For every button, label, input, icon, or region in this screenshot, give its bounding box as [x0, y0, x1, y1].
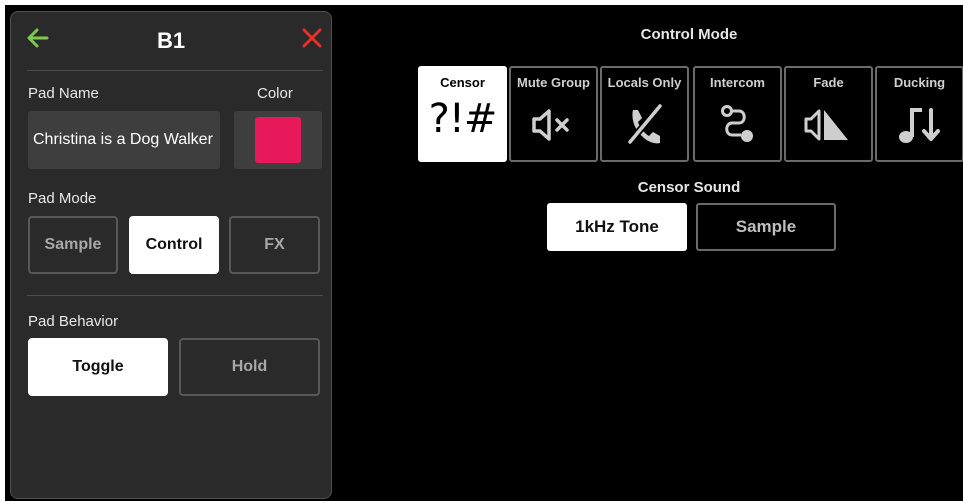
fade-icon — [804, 109, 848, 141]
pad-title: B1 — [156, 28, 186, 53]
pad-behavior-hold-button[interactable]: Hold — [179, 338, 320, 396]
control-mode-fade-button[interactable]: Fade — [784, 66, 873, 162]
control-mode-mute-group-button[interactable]: Mute Group — [509, 66, 598, 162]
pad-behavior-label: Pad Behavior — [28, 313, 119, 330]
mode-label: Intercom — [710, 75, 765, 90]
pad-settings-panel: B1 Pad Name Color Christina is a Dog Wal… — [10, 11, 332, 499]
color-picker-button[interactable] — [234, 111, 322, 169]
control-mode-ducking-button[interactable]: Ducking — [875, 66, 963, 162]
pad-name-label: Pad Name — [28, 85, 99, 102]
control-mode-title: Control Mode — [640, 26, 738, 43]
pad-mode-fx-button[interactable]: FX — [229, 216, 320, 274]
app-screen: B1 Pad Name Color Christina is a Dog Wal… — [5, 5, 963, 501]
pad-mode-label: Pad Mode — [28, 190, 97, 207]
pad-behavior-toggle-button[interactable]: Toggle — [28, 338, 168, 396]
panel-header: B1 — [11, 12, 331, 70]
divider — [27, 295, 323, 296]
censor-sound-tone-button[interactable]: 1kHz Tone — [547, 203, 687, 251]
ducking-icon — [899, 108, 940, 143]
mode-label: Mute Group — [517, 75, 590, 90]
pad-mode-control-button[interactable]: Control — [129, 216, 219, 274]
intercom-route-icon — [721, 105, 753, 142]
phone-off-icon — [626, 102, 664, 146]
censor-sound-sample-button[interactable]: Sample — [696, 203, 836, 251]
color-label: Color — [257, 85, 293, 102]
censor-icon: ?!# — [428, 96, 498, 142]
control-mode-locals-only-button[interactable]: Locals Only — [600, 66, 689, 162]
mode-label: Fade — [813, 75, 844, 90]
mode-label: Locals Only — [607, 75, 682, 90]
censor-sound-title: Censor Sound — [637, 179, 741, 196]
color-swatch — [255, 117, 301, 163]
close-icon[interactable] — [301, 27, 323, 49]
mode-label: Ducking — [893, 75, 946, 90]
mode-label: Censor — [440, 75, 485, 90]
pad-mode-sample-button[interactable]: Sample — [28, 216, 118, 274]
pad-name-field[interactable]: Christina is a Dog Walker — [28, 111, 220, 169]
control-mode-censor-button[interactable]: Censor ?!# — [418, 66, 507, 162]
speaker-mute-icon — [532, 109, 569, 141]
control-mode-intercom-button[interactable]: Intercom — [693, 66, 782, 162]
divider — [27, 70, 323, 71]
